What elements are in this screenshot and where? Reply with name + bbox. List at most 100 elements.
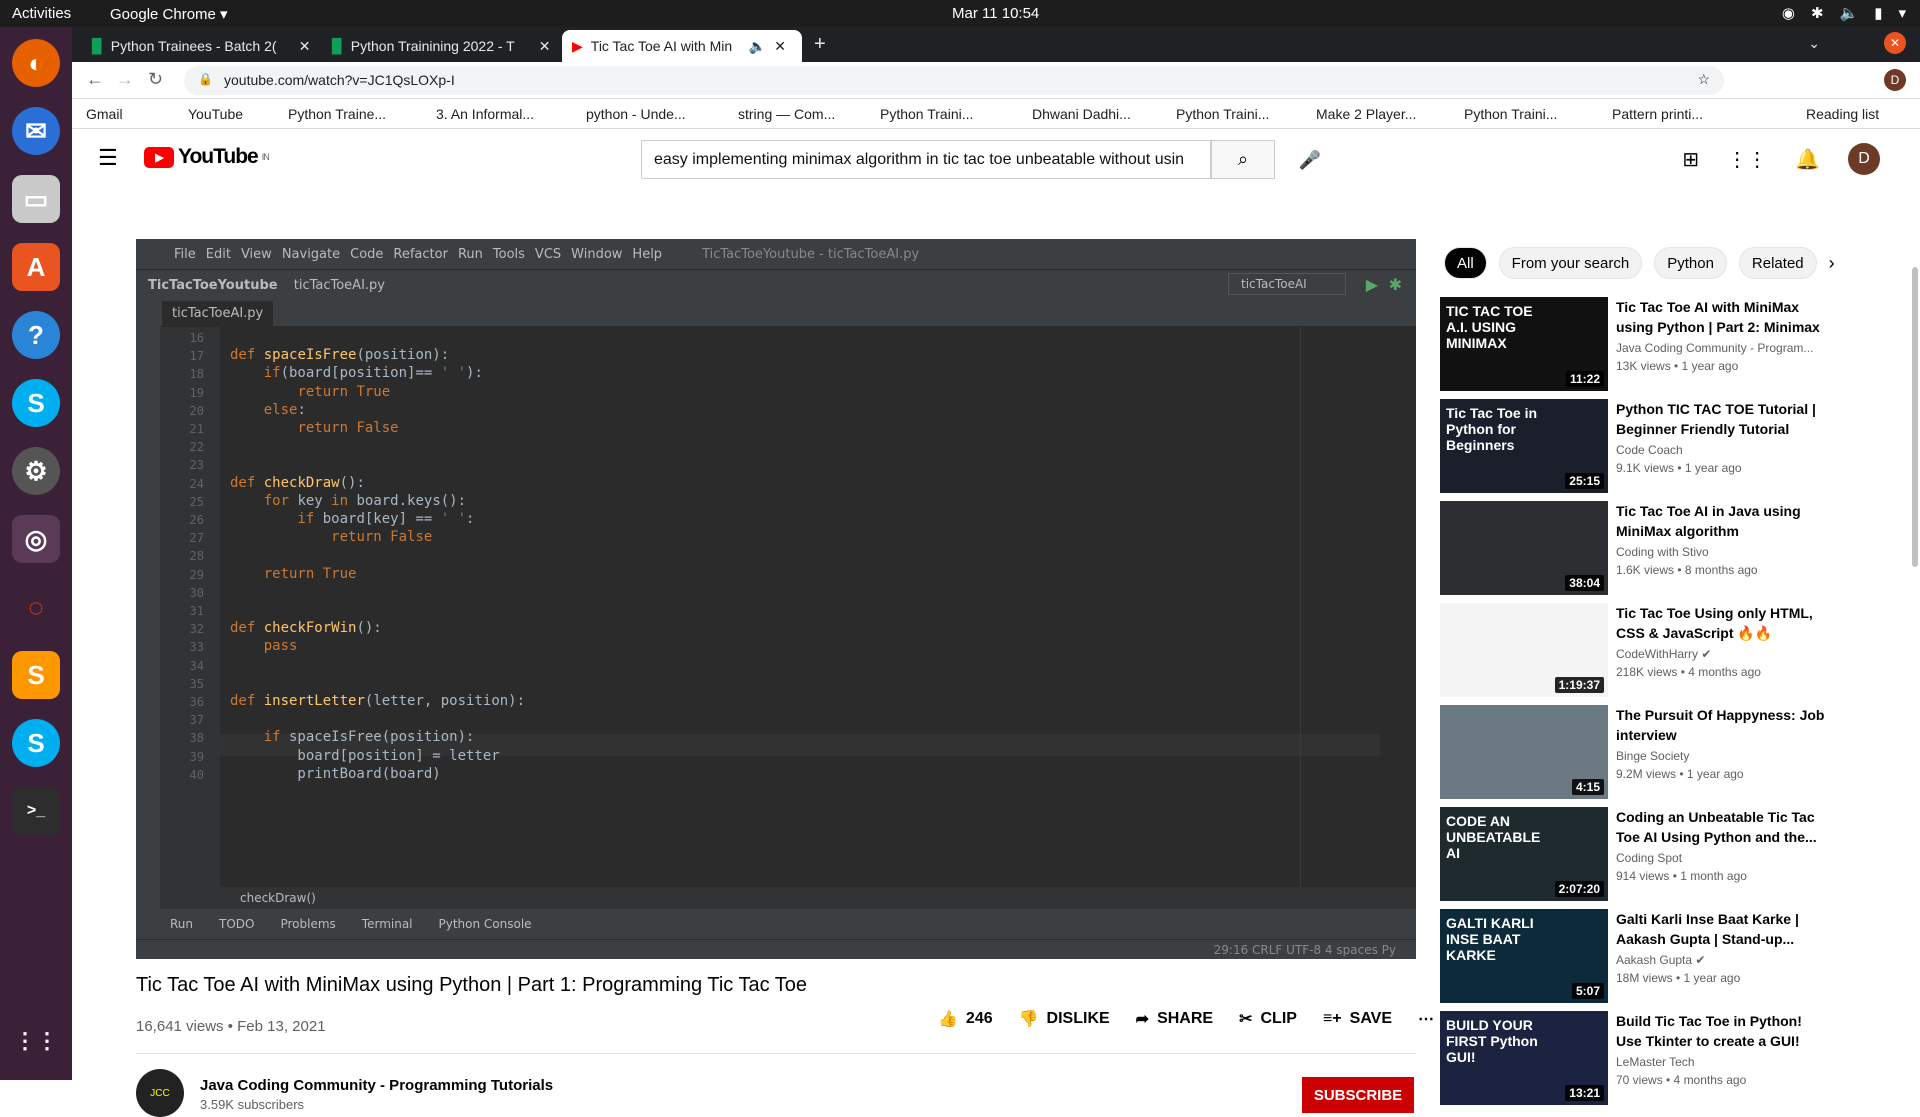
bookmark-item[interactable]: string — Com... bbox=[738, 106, 835, 122]
video-thumbnail[interactable]: TIC TAC TOE A.I. USING MINIMAX 11:22 bbox=[1440, 297, 1608, 391]
menu-icon[interactable]: ☰ bbox=[98, 145, 118, 171]
recommendation-item[interactable]: Tic Tac Toe in Python for Beginners 25:15… bbox=[1440, 399, 1840, 495]
close-icon[interactable]: ✕ bbox=[539, 38, 551, 55]
recommendation-title[interactable]: Build Tic Tac Toe in Python! Use Tkinter… bbox=[1616, 1011, 1826, 1051]
dislike-button[interactable]: 👎 DISLIKE bbox=[1019, 1009, 1110, 1029]
software-icon[interactable]: A bbox=[12, 243, 60, 291]
recommendation-title[interactable]: Galti Karli Inse Baat Karke | Aakash Gup… bbox=[1616, 909, 1826, 949]
chevron-right-icon[interactable]: › bbox=[1829, 253, 1835, 274]
chrome-icon[interactable]: ◎ bbox=[12, 515, 60, 563]
speaker-icon[interactable]: 🔈 bbox=[749, 38, 766, 55]
bookmark-item[interactable]: Python Traini... bbox=[880, 106, 973, 122]
recommendation-channel[interactable]: Java Coding Community - Program... bbox=[1616, 341, 1826, 355]
video-player[interactable]: File Edit View Navigate Code Refactor Ru… bbox=[136, 239, 1416, 959]
recommendation-title[interactable]: Tic Tac Toe Using only HTML, CSS & JavaS… bbox=[1616, 603, 1826, 643]
recommendation-item[interactable]: 1:19:37 Tic Tac Toe Using only HTML, CSS … bbox=[1440, 603, 1840, 699]
recommendation-item[interactable]: 4:15 The Pursuit Of Happyness: Job interv… bbox=[1440, 705, 1840, 801]
reload-icon[interactable]: ↻ bbox=[148, 69, 163, 90]
skype-icon[interactable]: S bbox=[12, 379, 60, 427]
recommendation-item[interactable]: CODE AN UNBEATABLE AI 2:07:20 Coding an Un… bbox=[1440, 807, 1840, 903]
apps-icon[interactable]: ⋮⋮ bbox=[1727, 147, 1767, 172]
bookmark-item[interactable]: Dhwani Dadhi... bbox=[1032, 106, 1131, 122]
channel-avatar[interactable]: JCC bbox=[136, 1069, 184, 1117]
tab-python-training[interactable]: ▉ Python Trainining 2022 - T ✕ bbox=[322, 30, 561, 62]
create-icon[interactable]: ⊞ bbox=[1682, 147, 1699, 172]
subscribe-button[interactable]: SUBSCRIBE bbox=[1302, 1077, 1414, 1113]
bookmark-item[interactable]: Python Traine... bbox=[288, 106, 386, 122]
bookmark-item[interactable]: Pattern printi... bbox=[1612, 106, 1703, 122]
video-thumbnail[interactable]: GALTI KARLI INSE BAAT KARKE 5:07 bbox=[1440, 909, 1608, 1003]
tab-search-icon[interactable]: ⌄ bbox=[1808, 35, 1820, 52]
video-thumbnail[interactable]: 38:04 bbox=[1440, 501, 1608, 595]
video-thumbnail[interactable]: 4:15 bbox=[1440, 705, 1608, 799]
chip-python[interactable]: Python bbox=[1654, 247, 1727, 279]
video-thumbnail[interactable]: Tic Tac Toe in Python for Beginners 25:15 bbox=[1440, 399, 1608, 493]
recommendation-title[interactable]: The Pursuit Of Happyness: Job interview bbox=[1616, 705, 1826, 745]
bookmark-item[interactable]: Python Traini... bbox=[1176, 106, 1269, 122]
firefox-icon[interactable]: ◐ bbox=[12, 39, 60, 87]
recommendation-channel[interactable]: Binge Society bbox=[1616, 749, 1826, 763]
youtube-logo[interactable]: ▶ YouTube IN bbox=[144, 145, 270, 169]
recommendation-title[interactable]: Coding an Unbeatable Tic Tac Toe AI Usin… bbox=[1616, 807, 1826, 847]
tab-youtube-active[interactable]: ▶ Tic Tac Toe AI with Min 🔈 ✕ bbox=[562, 30, 802, 62]
thunderbird-icon[interactable]: ✉ bbox=[12, 107, 60, 155]
profile-avatar[interactable]: D bbox=[1884, 69, 1906, 91]
share-button[interactable]: ➦ SHARE bbox=[1136, 1009, 1213, 1029]
sublime-icon[interactable]: S bbox=[12, 651, 60, 699]
bookmark-item[interactable]: Python Traini... bbox=[1464, 106, 1557, 122]
terminal-icon[interactable]: >_ bbox=[12, 787, 60, 835]
bookmark-item[interactable]: python - Unde... bbox=[586, 106, 686, 122]
reading-list[interactable]: Reading list bbox=[1806, 106, 1879, 122]
help-icon[interactable]: ? bbox=[12, 311, 60, 359]
close-window-button[interactable]: ✕ bbox=[1884, 32, 1906, 54]
clip-button[interactable]: ✂ CLIP bbox=[1239, 1009, 1297, 1029]
ubuntu-icon[interactable]: ◌ bbox=[12, 583, 60, 631]
forward-icon[interactable]: → bbox=[116, 69, 134, 90]
new-tab-button[interactable]: + bbox=[814, 33, 826, 56]
recommendation-channel[interactable]: Coding with Stivo bbox=[1616, 545, 1826, 559]
bookmark-item[interactable]: Make 2 Player... bbox=[1316, 106, 1416, 122]
recommendation-item[interactable]: BUILD YOUR FIRST Python GUI! 13:21 Build T… bbox=[1440, 1011, 1840, 1107]
video-thumbnail[interactable]: BUILD YOUR FIRST Python GUI! 13:21 bbox=[1440, 1011, 1608, 1105]
recommendation-item[interactable]: TIC TAC TOE A.I. USING MINIMAX 11:22 Tic T… bbox=[1440, 297, 1840, 393]
recommendation-channel[interactable]: LeMaster Tech bbox=[1616, 1055, 1826, 1069]
video-thumbnail[interactable]: 1:19:37 bbox=[1440, 603, 1608, 697]
address-bar[interactable]: 🔒 youtube.com/watch?v=JC1QsLOXp-I ☆ bbox=[184, 66, 1724, 95]
close-icon[interactable]: ✕ bbox=[299, 38, 311, 55]
video-thumbnail[interactable]: CODE AN UNBEATABLE AI 2:07:20 bbox=[1440, 807, 1608, 901]
back-icon[interactable]: ← bbox=[86, 69, 104, 90]
files-icon[interactable]: ▭ bbox=[12, 175, 60, 223]
like-button[interactable]: 👍 246 bbox=[938, 1009, 993, 1029]
bookmark-item[interactable]: 3. An Informal... bbox=[436, 106, 534, 122]
settings-icon[interactable]: ⚙ bbox=[12, 447, 60, 495]
skype-icon-2[interactable]: S bbox=[12, 719, 60, 767]
recommendation-item[interactable]: 38:04 Tic Tac Toe AI in Java using MiniMa… bbox=[1440, 501, 1840, 597]
save-button[interactable]: ≡+ SAVE bbox=[1323, 1010, 1392, 1028]
account-avatar[interactable]: D bbox=[1848, 143, 1880, 175]
recommendation-title[interactable]: Python TIC TAC TOE Tutorial | Beginner F… bbox=[1616, 399, 1826, 439]
recommendation-channel[interactable]: Code Coach bbox=[1616, 443, 1826, 457]
chip-from-search[interactable]: From your search bbox=[1498, 247, 1643, 279]
app-menu[interactable]: Google Chrome ▾ bbox=[110, 5, 228, 23]
clock[interactable]: Mar 11 10:54 bbox=[952, 5, 1039, 22]
bookmark-youtube[interactable]: YouTube bbox=[188, 106, 243, 122]
more-icon[interactable]: ⋯ bbox=[1418, 1009, 1434, 1029]
tab-python-trainees[interactable]: ▉ Python Trainees - Batch 2( ✕ bbox=[82, 30, 321, 62]
chip-all[interactable]: All bbox=[1444, 247, 1487, 279]
search-input[interactable]: easy implementing minimax algorithm in t… bbox=[641, 140, 1211, 179]
recommendation-title[interactable]: Tic Tac Toe AI in Java using MiniMax alg… bbox=[1616, 501, 1826, 541]
recommendation-channel[interactable]: Coding Spot bbox=[1616, 851, 1826, 865]
system-tray[interactable]: ◉ ✱ 🔈 ▮ ▾ bbox=[1782, 4, 1906, 22]
recommendation-channel[interactable]: Aakash Gupta ✔ bbox=[1616, 953, 1826, 967]
recommendation-title[interactable]: Tic Tac Toe AI with MiniMax using Python… bbox=[1616, 297, 1826, 337]
activities-button[interactable]: Activities bbox=[12, 5, 71, 22]
chip-related[interactable]: Related bbox=[1738, 247, 1817, 279]
voice-search-button[interactable]: 🎤 bbox=[1292, 142, 1328, 178]
search-button[interactable]: ⌕ bbox=[1211, 140, 1275, 179]
bookmark-gmail[interactable]: Gmail bbox=[86, 106, 123, 122]
app-grid-icon[interactable]: ⋮⋮ bbox=[12, 1017, 60, 1065]
recommendation-item[interactable]: GALTI KARLI INSE BAAT KARKE 5:07 Galti Kar… bbox=[1440, 909, 1840, 1005]
scrollbar[interactable] bbox=[1912, 267, 1918, 567]
bookmark-star-icon[interactable]: ☆ bbox=[1697, 71, 1710, 88]
bell-icon[interactable]: 🔔 bbox=[1795, 147, 1820, 172]
